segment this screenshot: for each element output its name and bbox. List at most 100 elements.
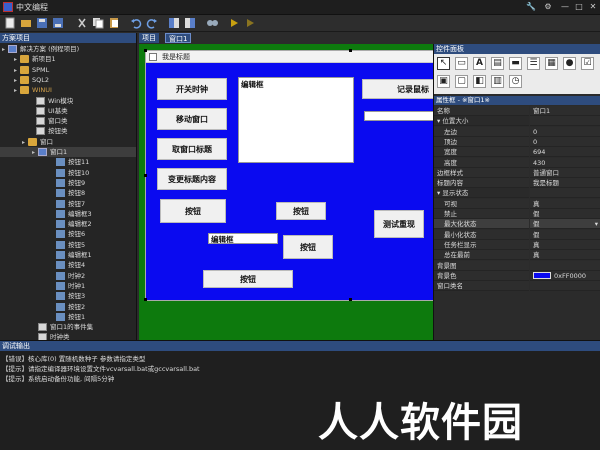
tab-window1[interactable]: 窗口1 <box>165 33 192 43</box>
property-row[interactable]: 窗口类名 <box>434 281 600 292</box>
tree-item[interactable]: 窗口1的事件集 <box>0 322 136 332</box>
open-folder-icon[interactable] <box>20 17 32 29</box>
radio-icon[interactable]: ● <box>563 57 576 70</box>
property-row[interactable]: 可视真 <box>434 198 600 209</box>
image-icon[interactable]: ▣ <box>437 75 450 88</box>
property-value[interactable]: 694 <box>530 147 600 158</box>
resize-handle[interactable] <box>349 298 352 301</box>
property-row[interactable]: 最小化状态假 <box>434 229 600 240</box>
resize-handle[interactable] <box>349 49 352 52</box>
save-all-icon[interactable] <box>52 17 64 29</box>
label-icon[interactable]: A <box>473 57 486 70</box>
property-value[interactable]: 真 <box>530 198 600 209</box>
property-value[interactable]: 我是标题 <box>530 178 600 189</box>
property-value[interactable] <box>530 188 600 199</box>
tree-item[interactable]: 时钟2 <box>0 271 136 281</box>
tab-project[interactable]: 项目 <box>139 33 159 43</box>
property-row[interactable]: ▾ 显示状态 <box>434 188 600 199</box>
picture-icon[interactable]: ▢ <box>455 75 468 88</box>
property-value[interactable]: 0 <box>530 136 600 147</box>
tree-item[interactable]: UI基类 <box>0 106 136 116</box>
tree-item[interactable]: 时钟1 <box>0 281 136 291</box>
property-value[interactable] <box>530 260 600 271</box>
tools-icon[interactable]: 🔧 <box>523 1 539 13</box>
property-row[interactable]: 左边 0 <box>434 126 600 137</box>
tree-item[interactable]: 按钮4 <box>0 260 136 270</box>
property-value[interactable]: 真 <box>530 239 600 250</box>
property-row[interactable]: 背景色 0xFF0000 <box>434 270 600 281</box>
property-row[interactable]: 背景图 <box>434 260 600 271</box>
undo-icon[interactable] <box>130 17 142 29</box>
redo-icon[interactable] <box>146 17 158 29</box>
tree-item[interactable]: 按钮8 <box>0 188 136 198</box>
tab-control-icon[interactable]: ◧ <box>473 75 486 88</box>
resize-handle[interactable] <box>144 298 147 301</box>
get-title-button[interactable]: 取窗口标题 <box>157 138 227 160</box>
button-icon[interactable]: ▬ <box>509 57 522 70</box>
tree-item[interactable]: 编辑框1 <box>0 250 136 260</box>
tree-item[interactable]: 按钮6 <box>0 229 136 239</box>
settings-icon[interactable]: ⚙ <box>540 1 556 13</box>
layout-right-icon[interactable] <box>184 17 196 29</box>
tree-item[interactable]: 按钮11 <box>0 157 136 167</box>
button-generic-1[interactable]: 按钮 <box>160 199 226 223</box>
debug-run-icon[interactable] <box>244 17 256 29</box>
tree-item[interactable]: 按钮类 <box>0 126 136 136</box>
tree-item[interactable]: 按钮7 <box>0 199 136 209</box>
property-value[interactable]: 假 <box>530 229 600 240</box>
resize-handle[interactable] <box>144 174 147 177</box>
find-icon[interactable] <box>206 17 218 29</box>
button-generic-2[interactable]: 按钮 <box>276 202 326 220</box>
property-row[interactable]: 边框样式 普通窗口 <box>434 167 600 178</box>
tree-item[interactable]: Win模块 <box>0 96 136 106</box>
property-row[interactable]: 总在最前真 <box>434 250 600 261</box>
tree-item[interactable]: 按钮10 <box>0 168 136 178</box>
property-value[interactable]: 0 <box>530 126 600 137</box>
cut-icon[interactable] <box>76 17 88 29</box>
timer-icon[interactable]: ◷ <box>509 75 522 88</box>
change-title-button[interactable]: 变更标题内容 <box>157 168 227 190</box>
tree-item[interactable]: 按钮9 <box>0 178 136 188</box>
button-generic-3[interactable]: 按钮 <box>283 235 333 259</box>
property-row[interactable]: 名称 窗口1 <box>434 106 600 116</box>
color-swatch[interactable] <box>533 272 551 280</box>
property-value[interactable]: 窗口1 <box>530 106 600 116</box>
property-value[interactable]: 真 <box>530 250 600 261</box>
property-row[interactable]: 禁止假 <box>434 209 600 219</box>
property-value[interactable]: 普通窗口 <box>530 167 600 178</box>
property-row[interactable]: 高度 430 <box>434 157 600 168</box>
tree-item[interactable]: ▸ SQL2 <box>0 75 136 85</box>
resize-handle[interactable] <box>144 49 147 52</box>
close-button[interactable]: ✕ <box>585 1 600 13</box>
tree-item[interactable]: ▸ 解决方案 (例程项目) <box>0 44 136 54</box>
property-value[interactable]: 0xFF0000 <box>530 270 600 281</box>
property-row[interactable]: ▾ 位置大小 <box>434 116 600 127</box>
edit-box-main[interactable]: 编辑框 <box>238 77 354 163</box>
paste-icon[interactable] <box>108 17 120 29</box>
run-icon[interactable] <box>228 17 240 29</box>
property-row[interactable]: 顶边 0 <box>434 136 600 147</box>
grid-icon[interactable]: ▦ <box>545 57 558 70</box>
tree-item[interactable]: 按钮5 <box>0 240 136 250</box>
tree-item[interactable]: 窗口类 <box>0 116 136 126</box>
layout-left-icon[interactable] <box>168 17 180 29</box>
tree-item[interactable]: 编辑框3 <box>0 209 136 219</box>
test-redraw-button[interactable]: 测试重现 <box>374 210 424 238</box>
panel-icon[interactable]: ▥ <box>491 75 504 88</box>
tree-item[interactable]: ▸ SPML <box>0 65 136 75</box>
property-value[interactable] <box>530 281 600 292</box>
dropdown-arrow-icon[interactable]: ▾ <box>595 219 598 229</box>
property-value[interactable]: 假 <box>530 209 600 219</box>
tree-item[interactable]: 编辑框2 <box>0 219 136 229</box>
tree-item[interactable]: ▸ WINUI <box>0 85 136 95</box>
property-row[interactable]: 标题内容 我是标题 <box>434 178 600 189</box>
new-file-icon[interactable] <box>4 17 16 29</box>
property-row[interactable]: 宽度 694 <box>434 147 600 158</box>
move-window-button[interactable]: 移动窗口 <box>157 108 227 130</box>
tree-item[interactable]: 按钮1 <box>0 312 136 322</box>
property-value[interactable] <box>530 116 600 127</box>
start-clock-button[interactable]: 开关时钟 <box>157 78 227 100</box>
textbox-icon[interactable]: ▤ <box>491 57 504 70</box>
tree-item[interactable]: 按钮2 <box>0 302 136 312</box>
property-value[interactable]: 假 ▾ <box>530 219 600 230</box>
